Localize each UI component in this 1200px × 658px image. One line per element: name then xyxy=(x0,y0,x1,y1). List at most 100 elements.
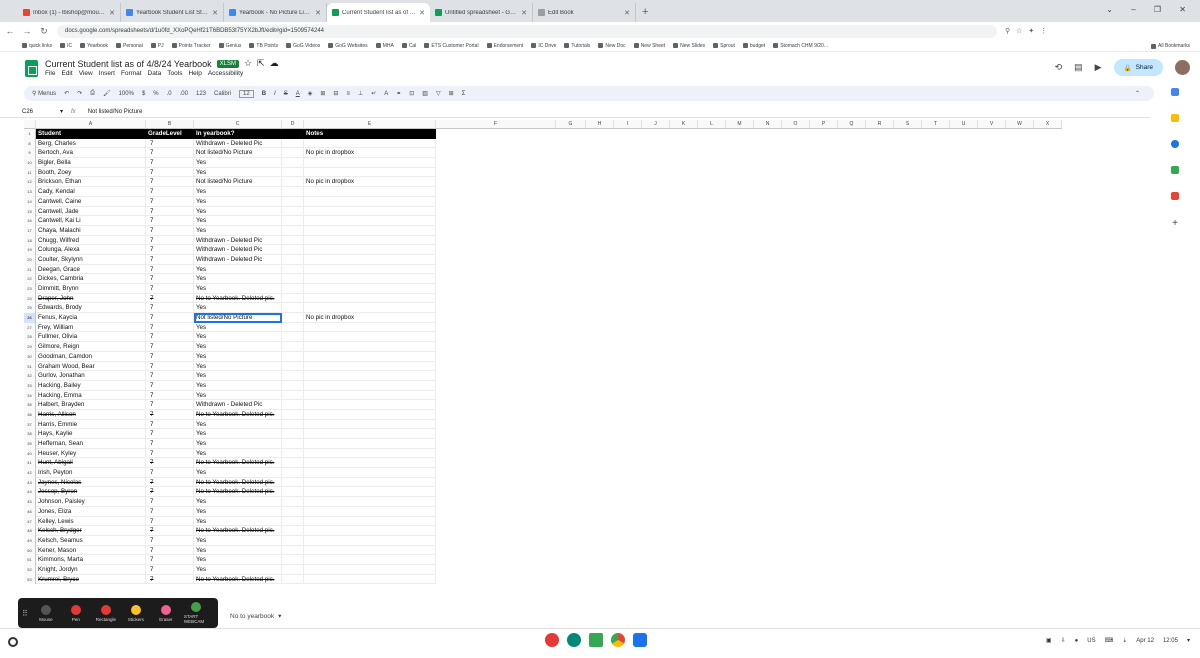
grade-cell[interactable]: 7 xyxy=(146,564,194,575)
bookmark-item[interactable]: IC xyxy=(60,43,72,49)
column-header-d[interactable]: D xyxy=(282,120,304,129)
in-yearbook-cell[interactable]: Yes xyxy=(194,516,282,527)
row-number[interactable]: 22 xyxy=(24,274,36,284)
grade-cell[interactable]: 7 xyxy=(146,468,194,478)
play-store-icon[interactable] xyxy=(589,633,603,647)
empty-cell[interactable] xyxy=(282,574,304,585)
grade-cell[interactable]: 7 xyxy=(146,458,194,469)
grade-cell[interactable]: 7 xyxy=(146,506,194,517)
notes-cell[interactable] xyxy=(304,187,436,197)
font-select[interactable]: Calibri xyxy=(214,91,231,97)
annotate-tool-mouse[interactable]: Mouse xyxy=(34,604,58,622)
spreadsheet-grid[interactable]: ABCDEFGHIJKLMNOPQRSTUVWX 1 Student GradeLe… xyxy=(24,120,1154,600)
menu-data[interactable]: Data xyxy=(148,70,162,77)
strikethrough-icon[interactable]: S xyxy=(284,91,288,97)
student-name-cell[interactable]: Gurlov, Jonathan xyxy=(36,371,146,381)
empty-cell[interactable] xyxy=(282,419,304,430)
sheet-tab-dropdown-icon[interactable]: ▾ xyxy=(278,612,281,620)
empty-cell[interactable] xyxy=(282,216,304,226)
grade-cell[interactable]: 7 xyxy=(146,313,194,323)
row-number[interactable]: 51 xyxy=(24,555,36,565)
grade-cell[interactable]: 7 xyxy=(146,177,194,188)
grade-cell[interactable]: 7 xyxy=(146,390,194,401)
row-number[interactable]: 44 xyxy=(24,487,36,498)
empty-cell[interactable] xyxy=(282,526,304,536)
grade-cell[interactable]: 7 xyxy=(146,225,194,236)
column-header-p[interactable]: P xyxy=(810,120,838,129)
column-header-w[interactable]: W xyxy=(1006,120,1034,129)
grade-cell[interactable]: 7 xyxy=(146,284,194,294)
empty-cell[interactable] xyxy=(282,196,304,207)
student-name-cell[interactable]: Dickes, Cambria xyxy=(36,274,146,284)
filter-views-icon[interactable]: ⊞ xyxy=(449,90,454,97)
empty-cell[interactable] xyxy=(282,293,304,304)
row-number[interactable]: 30 xyxy=(24,351,36,362)
empty-cell[interactable] xyxy=(282,284,304,294)
empty-cell[interactable] xyxy=(282,516,304,527)
student-name-cell[interactable]: Heffernan, Sean xyxy=(36,439,146,449)
row-number[interactable]: 19 xyxy=(24,245,36,255)
student-name-cell[interactable]: Kener, Mason xyxy=(36,545,146,556)
column-header-i[interactable]: I xyxy=(614,120,642,129)
in-yearbook-cell[interactable]: Yes xyxy=(194,264,282,275)
row-number[interactable]: 50 xyxy=(24,545,36,556)
paint-format-icon[interactable]: 🖌 xyxy=(103,90,111,97)
empty-cell[interactable] xyxy=(282,342,304,352)
row-number[interactable]: 43 xyxy=(24,477,36,488)
annotate-tool-eraser[interactable]: Eraser xyxy=(154,604,178,622)
extensions-area[interactable]: ⚲ ☆ ✦ ⋮ xyxy=(1005,27,1047,35)
empty-cell[interactable] xyxy=(282,235,304,246)
row-number[interactable]: 26 xyxy=(24,313,36,323)
student-name-cell[interactable]: Knight, Jordyn xyxy=(36,564,146,575)
student-name-cell[interactable]: Graham Wood, Bear xyxy=(36,361,146,372)
student-name-cell[interactable]: Kelley, Lewis xyxy=(36,516,146,527)
in-yearbook-cell[interactable]: Withdrawn - Deleted Pic xyxy=(194,400,282,410)
column-header-a[interactable]: A xyxy=(36,120,146,129)
empty-cell[interactable] xyxy=(282,468,304,478)
notes-cell[interactable] xyxy=(304,468,436,478)
in-yearbook-cell[interactable]: Yes xyxy=(194,196,282,207)
in-yearbook-cell[interactable]: Yes xyxy=(194,555,282,565)
notes-cell[interactable] xyxy=(304,138,436,149)
row-number[interactable]: 10 xyxy=(24,158,36,168)
notes-cell[interactable] xyxy=(304,516,436,527)
notes-cell[interactable] xyxy=(304,458,436,469)
empty-cell[interactable] xyxy=(282,477,304,488)
cloud-icon[interactable]: ☁ xyxy=(270,58,279,69)
browser-tab[interactable]: Yearbook - No Picture List - Go✕ xyxy=(224,3,327,22)
student-name-cell[interactable]: Cantwell, Caine xyxy=(36,196,146,207)
search-menus[interactable]: ⚲ Menus xyxy=(32,90,56,97)
empty-cell[interactable] xyxy=(282,545,304,556)
header-cell[interactable]: Notes xyxy=(304,129,436,139)
student-name-cell[interactable]: Chugg, Wilfred xyxy=(36,235,146,246)
empty-cell[interactable] xyxy=(282,187,304,197)
grade-cell[interactable]: 7 xyxy=(146,148,194,159)
row-number[interactable]: 14 xyxy=(24,196,36,207)
notes-cell[interactable] xyxy=(304,158,436,168)
menu-tools[interactable]: Tools xyxy=(167,70,182,77)
link-icon[interactable]: ⚭ xyxy=(396,90,401,97)
bookmark-item[interactable]: Personal xyxy=(116,43,143,49)
chrome-icon[interactable] xyxy=(611,633,625,647)
notes-cell[interactable] xyxy=(304,225,436,236)
avatar[interactable] xyxy=(1175,60,1190,75)
empty-cell[interactable] xyxy=(282,458,304,469)
student-name-cell[interactable]: Bigler, Bella xyxy=(36,158,146,168)
grade-cell[interactable]: 7 xyxy=(146,487,194,498)
student-name-cell[interactable]: Fenus, Kaycia xyxy=(36,313,146,323)
row-number[interactable]: 52 xyxy=(24,564,36,575)
row-number[interactable]: 11 xyxy=(24,167,36,178)
notes-cell[interactable] xyxy=(304,264,436,275)
add-addon-icon[interactable]: + xyxy=(1172,218,1178,229)
sheets-logo-icon[interactable] xyxy=(25,60,38,77)
tab-close-icon[interactable]: ✕ xyxy=(315,9,321,17)
undo-icon[interactable]: ↶ xyxy=(64,90,69,97)
bookmark-item[interactable]: Points Tracker xyxy=(171,43,211,49)
column-header-v[interactable]: V xyxy=(978,120,1006,129)
screencast-app-icon[interactable] xyxy=(545,633,559,647)
bookmark-item[interactable]: ETS Customer Portal xyxy=(424,43,479,49)
row-number[interactable]: 28 xyxy=(24,332,36,343)
notes-cell[interactable] xyxy=(304,409,436,420)
drag-handle-icon[interactable]: ⠿ xyxy=(22,609,28,618)
bookmark-item[interactable]: PJ xyxy=(150,43,164,49)
